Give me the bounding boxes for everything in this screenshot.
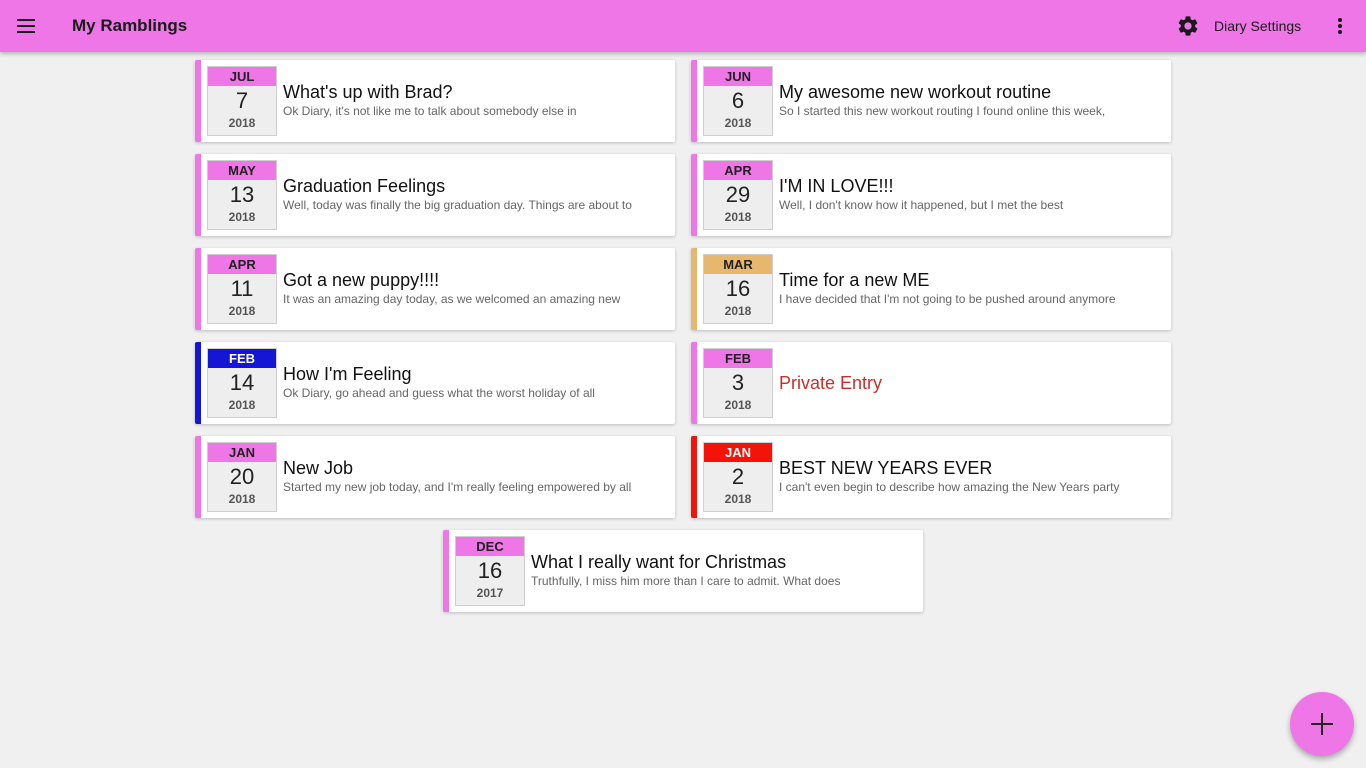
entry-snippet: Well, today was finally the big graduati… <box>283 198 632 212</box>
diary-entry-card[interactable]: MAR 16 2018 Time for a new ME I have decided… <box>691 248 1171 330</box>
entry-month: FEB <box>208 349 276 368</box>
diary-settings-label: Diary Settings <box>1214 18 1302 34</box>
entry-title: Got a new puppy!!!! <box>283 270 440 290</box>
entry-year: 2017 <box>476 586 504 600</box>
entry-month: JAN <box>208 443 276 462</box>
entry-year: 2018 <box>228 398 256 412</box>
calendar-date-badge: FEB 14 2018 <box>207 348 277 418</box>
entry-snippet: It was an amazing day today, as we welco… <box>283 292 621 306</box>
entry-day: 7 <box>235 88 249 113</box>
diary-entry-card[interactable]: JUN 6 2018 My awesome new workout routine So… <box>691 60 1171 142</box>
entry-title: What I really want for Christmas <box>531 552 787 572</box>
entry-title: How I'm Feeling <box>283 364 412 384</box>
entry-snippet: Ok Diary, it's not like me to talk about… <box>283 104 577 118</box>
entry-day: 11 <box>230 276 254 301</box>
entry-year: 2018 <box>724 210 752 224</box>
entry-snippet: So I started this new workout routing I … <box>779 104 1106 118</box>
add-entry-button[interactable] <box>1290 692 1354 756</box>
gear-icon <box>1178 16 1198 36</box>
entry-snippet: Well, I don't know how it happened, but … <box>779 198 1064 212</box>
entry-day: 16 <box>477 558 503 583</box>
entry-month: APR <box>208 255 276 274</box>
entry-day: 6 <box>731 88 745 113</box>
calendar-date-badge: MAR 16 2018 <box>703 254 773 324</box>
entry-snippet: Started my new job today, and I'm really… <box>283 480 632 494</box>
entry-snippet: I can't even begin to describe how amazi… <box>779 480 1120 494</box>
diary-entry-card[interactable]: DEC 16 2017 What I really want for Christma… <box>443 530 923 612</box>
calendar-date-badge: JAN 2 2018 <box>703 442 773 512</box>
calendar-date-badge: JUN 6 2018 <box>703 66 773 136</box>
entry-year: 2018 <box>724 116 752 130</box>
app-bar: My Ramblings Diary Settings <box>0 0 1366 52</box>
entry-year: 2018 <box>228 492 256 506</box>
more-vertical-icon[interactable] <box>1330 14 1350 38</box>
entry-title: BEST NEW YEARS EVER <box>779 458 993 478</box>
entry-year: 2018 <box>724 492 752 506</box>
entry-month: APR <box>704 161 772 180</box>
entry-title: Graduation Feelings <box>283 176 446 196</box>
entry-year: 2018 <box>724 304 752 318</box>
diary-entry-card[interactable]: APR 11 2018 Got a new puppy!!!! It was an am… <box>195 248 675 330</box>
entry-year: 2018 <box>228 210 256 224</box>
app-title: My Ramblings <box>72 16 188 35</box>
calendar-date-badge: JAN 20 2018 <box>207 442 277 512</box>
entry-title: My awesome new workout routine <box>779 82 1052 102</box>
entry-title: I'M IN LOVE!!! <box>779 176 894 196</box>
entry-month: JAN <box>704 443 772 462</box>
calendar-date-badge: JUL 7 2018 <box>207 66 277 136</box>
entry-year: 2018 <box>228 304 256 318</box>
diary-entry-card[interactable]: FEB 14 2018 How I'm Feeling Ok Diary, go ahe… <box>195 342 675 424</box>
entry-month: JUN <box>704 67 772 86</box>
diary-entry-card[interactable]: JUL 7 2018 What's up with Brad? Ok Diary, it… <box>195 60 675 142</box>
diary-entry-card[interactable]: APR 29 2018 I'M IN LOVE!!! Well, I don't kno… <box>691 154 1171 236</box>
entry-snippet: Ok Diary, go ahead and guess what the wo… <box>283 386 595 400</box>
diary-entry-card[interactable]: JAN 20 2018 New Job Started my new job today… <box>195 436 675 518</box>
entry-month: MAY <box>208 161 276 180</box>
diary-entry-card[interactable]: MAY 13 2018 Graduation Feelings Well, today … <box>195 154 675 236</box>
plus-icon-stroke <box>1321 713 1323 735</box>
entry-month: DEC <box>456 537 524 556</box>
menu-icon[interactable] <box>16 16 36 36</box>
entry-day: 16 <box>725 276 751 301</box>
entry-day: 29 <box>725 182 751 207</box>
entry-year: 2018 <box>228 116 256 130</box>
entry-month: FEB <box>704 349 772 368</box>
calendar-date-badge: MAY 13 2018 <box>207 160 277 230</box>
calendar-date-badge: APR 11 2018 <box>207 254 277 324</box>
diary-entry-card[interactable]: FEB 3 2018 Private Entry <box>691 342 1171 424</box>
entry-day: 13 <box>229 182 255 207</box>
entry-month: MAR <box>704 255 772 274</box>
entry-title: Private Entry <box>779 373 883 393</box>
calendar-date-badge: APR 29 2018 <box>703 160 773 230</box>
calendar-date-badge: FEB 3 2018 <box>703 348 773 418</box>
entry-title: New Job <box>283 458 354 478</box>
entry-day: 3 <box>731 370 745 395</box>
entry-title: What's up with Brad? <box>283 82 453 102</box>
entry-year: 2018 <box>724 398 752 412</box>
entry-snippet: I have decided that I'm not going to be … <box>779 292 1116 306</box>
entry-day: 2 <box>731 464 745 489</box>
entry-month: JUL <box>208 67 276 86</box>
entry-title: Time for a new ME <box>779 270 930 290</box>
entry-day: 20 <box>229 464 255 489</box>
diary-settings-button[interactable]: Diary Settings <box>1176 12 1301 40</box>
diary-entry-card[interactable]: JAN 2 2018 BEST NEW YEARS EVER I can't even … <box>691 436 1171 518</box>
calendar-date-badge: DEC 16 2017 <box>455 536 525 606</box>
entry-snippet: Truthfully, I miss him more than I care … <box>531 574 841 588</box>
entry-day: 14 <box>229 370 255 395</box>
